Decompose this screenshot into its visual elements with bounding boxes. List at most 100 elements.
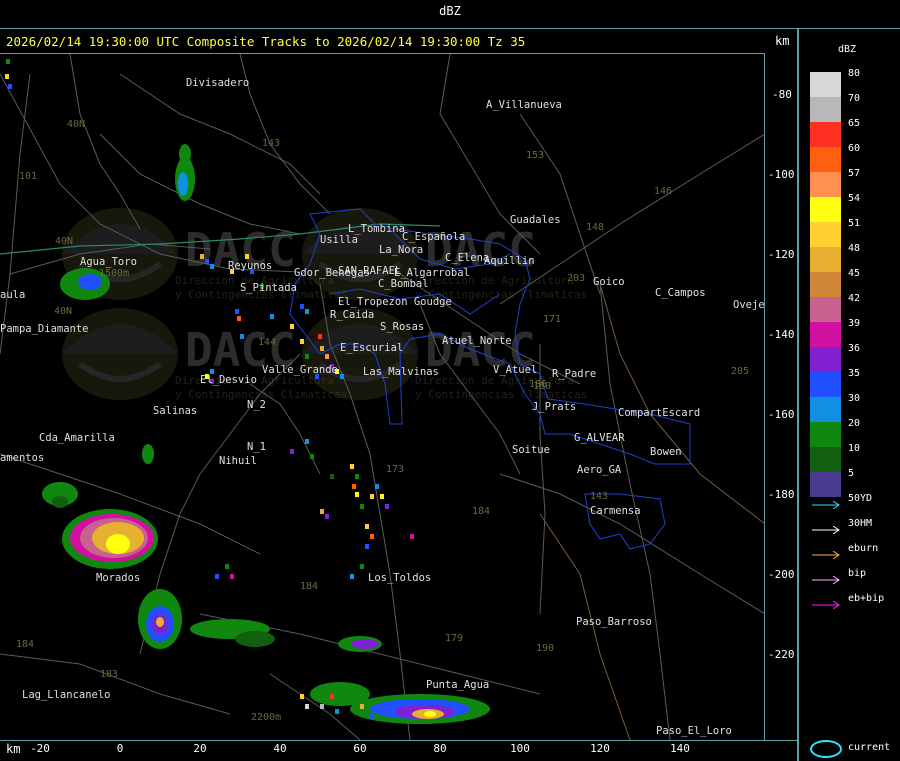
place-label: Usilla — [320, 234, 358, 246]
place-label: C_Española — [402, 231, 465, 243]
legend-value-label: 70 — [848, 93, 861, 104]
legend-swatch — [810, 247, 841, 272]
legend-value-label: 51 — [848, 218, 861, 229]
legend-value-label: 35 — [848, 368, 861, 379]
legend-value-label: 80 — [848, 68, 861, 79]
road-number: 183 — [100, 669, 118, 680]
place-label: Bowen — [650, 446, 682, 458]
place-label: V_Atuel — [493, 364, 537, 376]
place-label: Divisadero — [186, 77, 249, 89]
road-number: 205 — [731, 366, 749, 377]
echo-pixel — [320, 346, 324, 351]
place-label: Agua_Toro — [80, 256, 137, 268]
place-label: S_Rosas — [380, 321, 424, 333]
current-ellipse-icon — [810, 740, 842, 758]
legend-value-label: 45 — [848, 268, 861, 279]
place-label: A_Villanueva — [486, 99, 562, 111]
legend-swatch — [810, 347, 841, 372]
place-label: C_Campos — [655, 287, 706, 299]
echo-pixel — [350, 464, 354, 469]
road-number: 203 — [567, 273, 585, 284]
legend-swatch — [810, 222, 841, 247]
place-label: Goico — [593, 276, 625, 288]
echo-cell — [235, 631, 275, 647]
track-legend-label: current — [848, 742, 891, 753]
track-legend-label: bip — [848, 568, 867, 579]
track-legend-label: 50YD — [848, 493, 873, 504]
echo-pixel — [8, 84, 12, 89]
echo-pixel — [352, 484, 356, 489]
x-tick-label: -20 — [30, 742, 50, 755]
place-label: Las_Malvinas — [363, 366, 439, 378]
elevation-label: 2200m — [251, 712, 281, 723]
echo-pixel — [385, 504, 389, 509]
echo-pixel — [370, 714, 374, 719]
legend-swatch — [810, 147, 841, 172]
y-tick-label: -160 — [768, 408, 795, 421]
track-arrow-icon — [812, 494, 842, 510]
legend-value-label: 42 — [848, 293, 861, 304]
place-label: Guadales — [510, 214, 561, 226]
echo-pixel — [370, 534, 374, 539]
place-label: Paso_El_Loro — [656, 725, 732, 737]
echo-pixel — [300, 339, 304, 344]
legend-title: dBZ — [838, 44, 857, 55]
road-number: 186 — [529, 379, 547, 390]
place-label: C_Elena — [445, 252, 489, 264]
legend-swatch — [810, 122, 841, 147]
legend-divider — [797, 28, 799, 761]
place-label: Reyunos — [228, 260, 272, 272]
echo-pixel — [360, 704, 364, 709]
road-number: 173 — [386, 464, 404, 475]
echo-pixel — [350, 574, 354, 579]
echo-cell — [424, 711, 436, 717]
echo-pixel — [370, 494, 374, 499]
echo-pixel — [300, 304, 304, 309]
echo-pixel — [360, 564, 364, 569]
x-tick-label: 120 — [590, 742, 610, 755]
legend-value-label: 48 — [848, 243, 861, 254]
echo-pixel — [365, 524, 369, 529]
echo-pixel — [305, 309, 309, 314]
legend-swatch — [810, 97, 841, 122]
place-label: Los_Toldos — [368, 572, 431, 584]
place-label: Punta_Agua — [426, 679, 489, 691]
legend-value-label: 30 — [848, 393, 861, 404]
echo-pixel — [375, 484, 379, 489]
legend-swatch — [810, 447, 841, 472]
road-number: 184 — [300, 581, 318, 592]
place-label: Morados — [96, 572, 140, 584]
elevation-label: 1500m — [99, 268, 129, 279]
legend-value-label: 20 — [848, 418, 861, 429]
road-number: 40N — [67, 119, 85, 130]
place-label: S_Pintada — [240, 282, 297, 294]
road-number: 171 — [543, 314, 561, 325]
echo-cell — [142, 444, 154, 464]
y-tick-label: -140 — [768, 328, 795, 341]
road-number: 101 — [19, 171, 37, 182]
y-tick-label: -200 — [768, 568, 795, 581]
echo-pixel — [320, 509, 324, 514]
legend-swatch — [810, 397, 841, 422]
road-number: 179 — [445, 633, 463, 644]
track-legend-label: 30HM — [848, 518, 873, 529]
legend-value-label: 65 — [848, 118, 861, 129]
echo-cell — [178, 172, 188, 196]
plot-bottom-border — [0, 740, 798, 741]
title-divider — [0, 28, 900, 29]
echo-pixel — [355, 492, 359, 497]
timestamp-subtitle: 2026/02/14 19:30:00 UTC Composite Tracks… — [6, 34, 526, 49]
echo-pixel — [270, 314, 274, 319]
y-tick-label: -120 — [768, 248, 795, 261]
road-number: 153 — [526, 150, 544, 161]
km-unit-label-top: km — [775, 34, 790, 48]
place-label: amentos — [0, 452, 44, 464]
place-label: Aquillin — [484, 255, 535, 267]
x-tick-label: 140 — [670, 742, 690, 755]
dacc-line-2: y Contingencias Climaticas — [415, 388, 587, 401]
echo-cell — [310, 682, 370, 706]
place-label: E_Escurial — [340, 342, 403, 354]
echo-pixel — [290, 324, 294, 329]
radar-map[interactable]: DACCDireccion de Agriculturay Contingenc… — [0, 54, 765, 740]
place-label: El_Desvio — [200, 374, 257, 386]
